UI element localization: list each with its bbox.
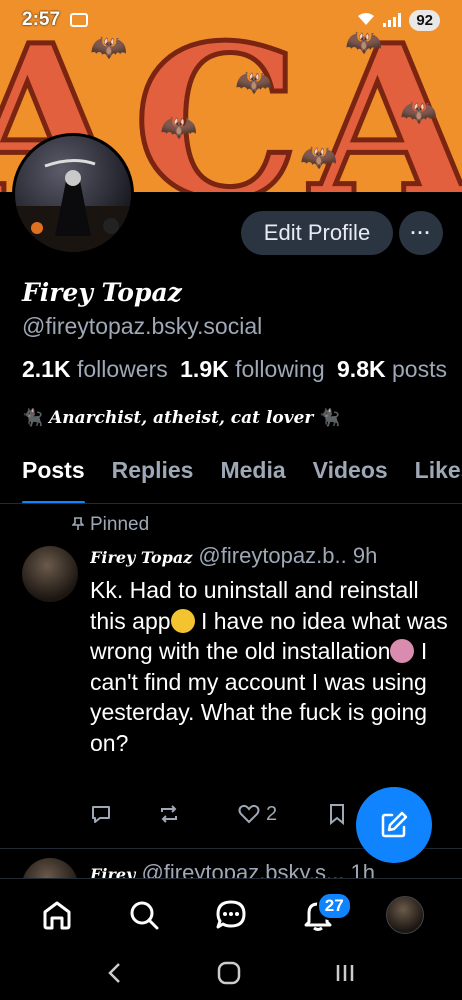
- post-author-handle[interactable]: @fireytopaz.b..: [198, 543, 346, 568]
- profile-tabs: Posts Replies Media Videos Likes: [0, 452, 462, 504]
- nav-chat[interactable]: [206, 890, 256, 940]
- reply-button[interactable]: [90, 803, 158, 825]
- bio-text: Anarchist, atheist, cat lover: [49, 408, 314, 428]
- profile-avatar-small: [385, 895, 424, 934]
- bookmark-button[interactable]: [328, 803, 346, 825]
- status-bar: 2:57 92: [0, 0, 462, 40]
- followers-count: 2.1K: [22, 356, 71, 382]
- home-button[interactable]: [216, 961, 242, 990]
- tab-videos[interactable]: Videos: [313, 452, 388, 503]
- nav-search[interactable]: [119, 890, 169, 940]
- followers-label: followers: [76, 356, 168, 382]
- post-header: Firey Topaz @fireytopaz.b.. 9h: [90, 543, 445, 569]
- post-body[interactable]: Kk. Had to uninstall and reinstall this …: [90, 575, 450, 758]
- tab-media[interactable]: Media: [220, 452, 285, 503]
- nav-profile[interactable]: [380, 890, 430, 940]
- post-author-avatar[interactable]: [22, 546, 78, 602]
- bat-icon: 🦇: [235, 66, 273, 99]
- bat-icon: 🦇: [400, 96, 438, 129]
- notification-badge: 27: [316, 891, 352, 920]
- posts-count: 9.8K: [337, 356, 386, 382]
- profile-handle: @fireytopaz.bsky.social: [22, 313, 263, 339]
- recents-icon: [336, 964, 353, 981]
- profile-bio: 🐈‍⬛ Anarchist, atheist, cat lover 🐈‍⬛: [22, 408, 340, 428]
- system-navigation: [0, 950, 462, 1000]
- pinned-indicator: Pinned: [71, 514, 150, 536]
- repost-button[interactable]: [158, 803, 238, 825]
- posts-label: posts: [392, 356, 447, 382]
- followers-stat[interactable]: 2.1K followers: [22, 356, 168, 382]
- post-author-name[interactable]: Firey Topaz: [90, 548, 192, 567]
- tab-likes[interactable]: Likes: [415, 452, 462, 503]
- more-options-button[interactable]: ···: [399, 211, 443, 255]
- following-count: 1.9K: [180, 356, 229, 382]
- search-icon: [130, 901, 159, 929]
- signal-icon: [383, 13, 402, 27]
- compose-button[interactable]: [356, 787, 432, 863]
- heart-icon: [238, 804, 260, 824]
- following-label: following: [235, 356, 325, 382]
- posts-stat: 9.8K posts: [337, 356, 447, 382]
- bat-icon: 🦇: [160, 111, 198, 144]
- bookmark-icon: [330, 804, 344, 825]
- tab-replies[interactable]: Replies: [112, 452, 194, 503]
- edit-profile-button[interactable]: Edit Profile: [241, 211, 393, 255]
- repost-icon: [161, 805, 177, 823]
- notification-icon: [70, 13, 89, 27]
- recents-button[interactable]: [333, 961, 357, 990]
- battery-indicator: 92: [409, 9, 440, 31]
- post-time: 9h: [352, 543, 378, 568]
- bat-icon: 🦇: [300, 141, 338, 174]
- compose-icon: [381, 811, 408, 838]
- profile-stats: 2.1K followers 1.9K following 9.8K posts: [22, 356, 447, 383]
- home-circle-icon: [217, 961, 241, 984]
- cat-emoji-icon: 🐈‍⬛: [319, 408, 341, 428]
- status-time: 2:57: [22, 9, 61, 30]
- nav-home[interactable]: [32, 890, 82, 940]
- cat-emoji-icon: 🐈‍⬛: [22, 408, 44, 428]
- chat-icon: [216, 900, 246, 928]
- status-indicators: 92: [357, 9, 440, 31]
- pinned-label: Pinned: [90, 514, 150, 535]
- profile-avatar[interactable]: [12, 133, 134, 255]
- like-count: 2: [266, 802, 278, 825]
- back-icon: [108, 962, 121, 983]
- reply-icon: [92, 806, 110, 823]
- person-shrugging-emoji-icon: [390, 639, 415, 663]
- nav-notifications[interactable]: 27: [293, 890, 352, 940]
- tab-posts[interactable]: Posts: [22, 452, 85, 503]
- display-name: Firey Topaz: [22, 278, 182, 307]
- home-icon: [43, 901, 71, 929]
- wifi-icon: [357, 12, 375, 29]
- following-stat[interactable]: 1.9K following: [180, 356, 324, 382]
- like-button[interactable]: 2: [238, 803, 328, 826]
- back-button[interactable]: [105, 961, 125, 990]
- pin-icon: [71, 516, 85, 534]
- confused-face-emoji-icon: [170, 608, 195, 633]
- bottom-navigation: 27: [0, 878, 462, 950]
